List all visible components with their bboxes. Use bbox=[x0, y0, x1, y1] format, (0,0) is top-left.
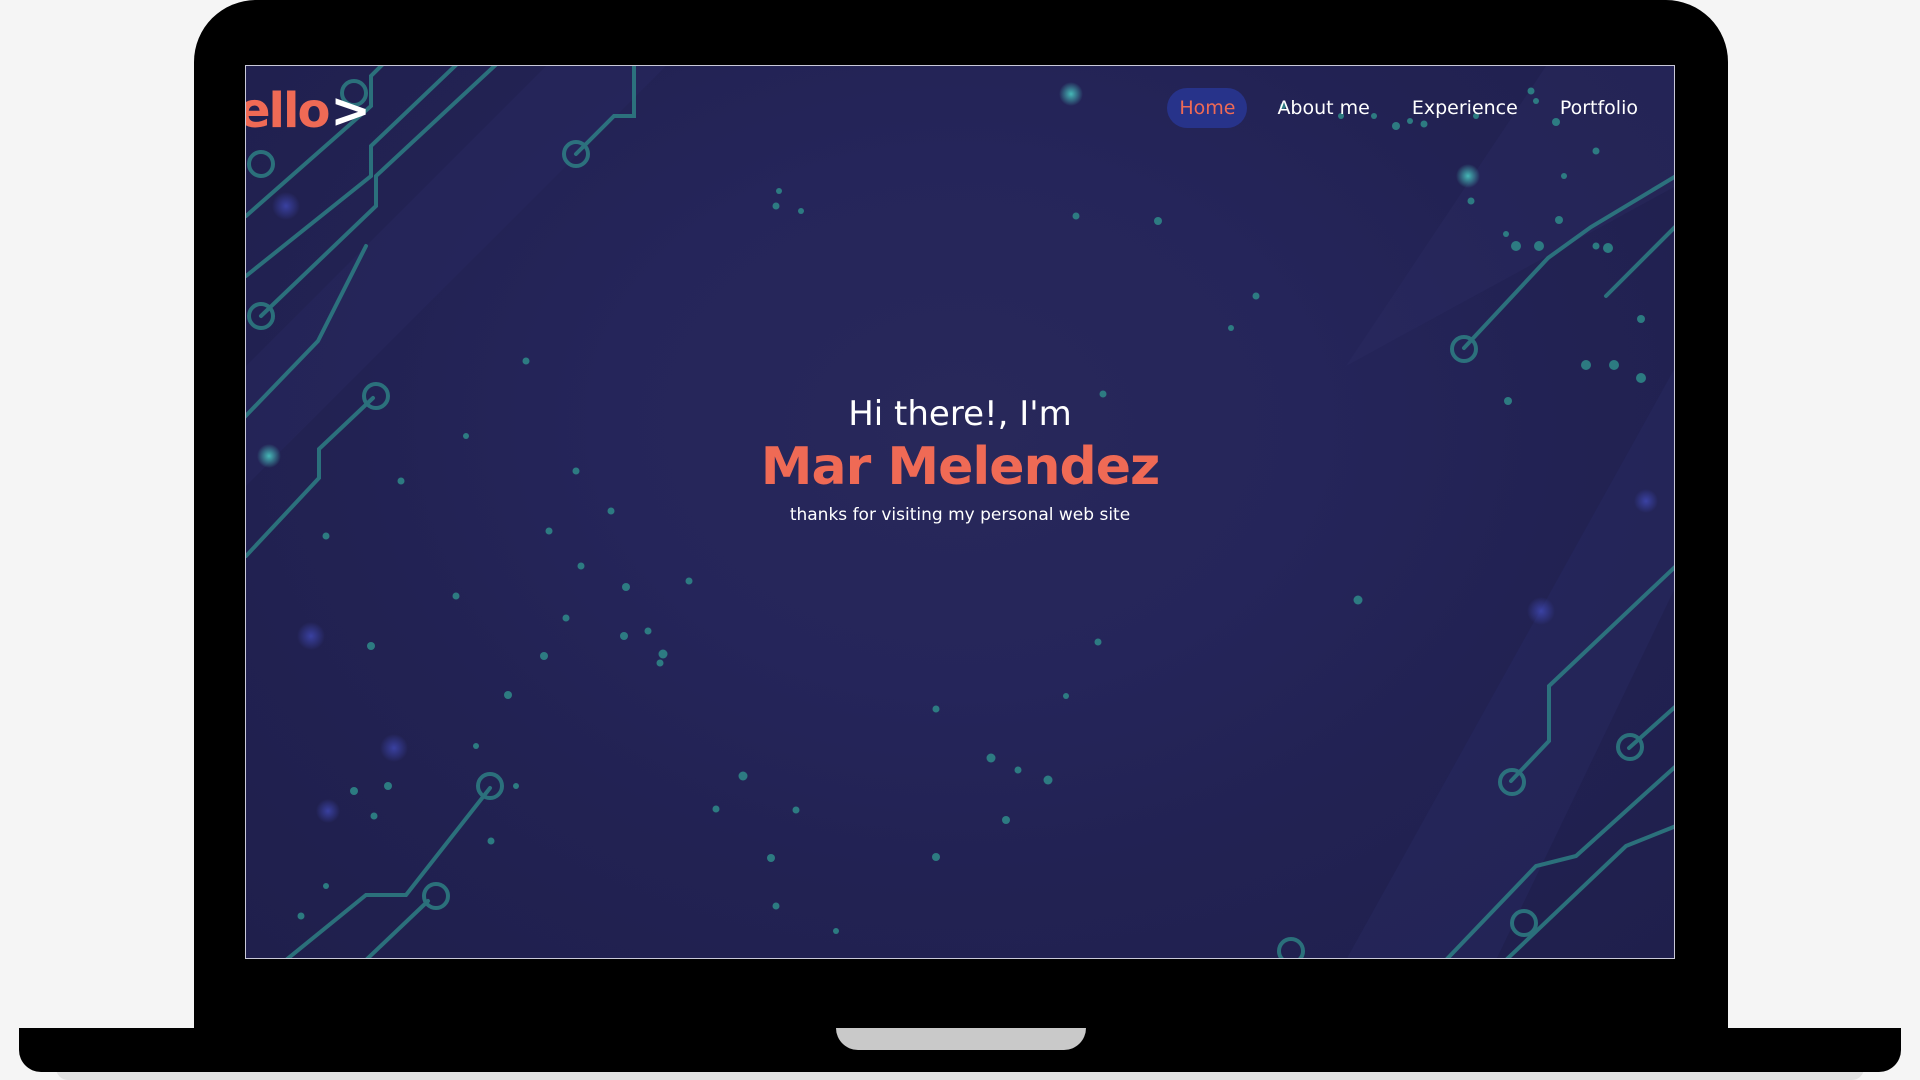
hero-greeting: Hi there!, I'm bbox=[848, 394, 1072, 434]
nav-experience-link[interactable]: Experience bbox=[1400, 88, 1530, 128]
laptop-screen: ello > Home About me Experience Portfoli… bbox=[245, 65, 1675, 959]
chevron-right-icon: > bbox=[330, 83, 370, 139]
nav-portfolio-link[interactable]: Portfolio bbox=[1548, 88, 1650, 128]
hero-section: Hi there!, I'm Mar Melendez thanks for v… bbox=[246, 392, 1674, 528]
laptop-notch bbox=[836, 1028, 1086, 1050]
main-nav: Home About me Experience Portfolio bbox=[1167, 88, 1650, 128]
logo-text: ello bbox=[245, 83, 330, 139]
hero-tagline: thanks for visiting my personal web site bbox=[789, 505, 1131, 525]
hero-name: Mar Melendez bbox=[760, 437, 1160, 497]
site-logo[interactable]: ello > bbox=[245, 83, 371, 139]
nav-home-link[interactable]: Home bbox=[1167, 88, 1248, 128]
nav-about-link[interactable]: About me bbox=[1265, 88, 1381, 128]
